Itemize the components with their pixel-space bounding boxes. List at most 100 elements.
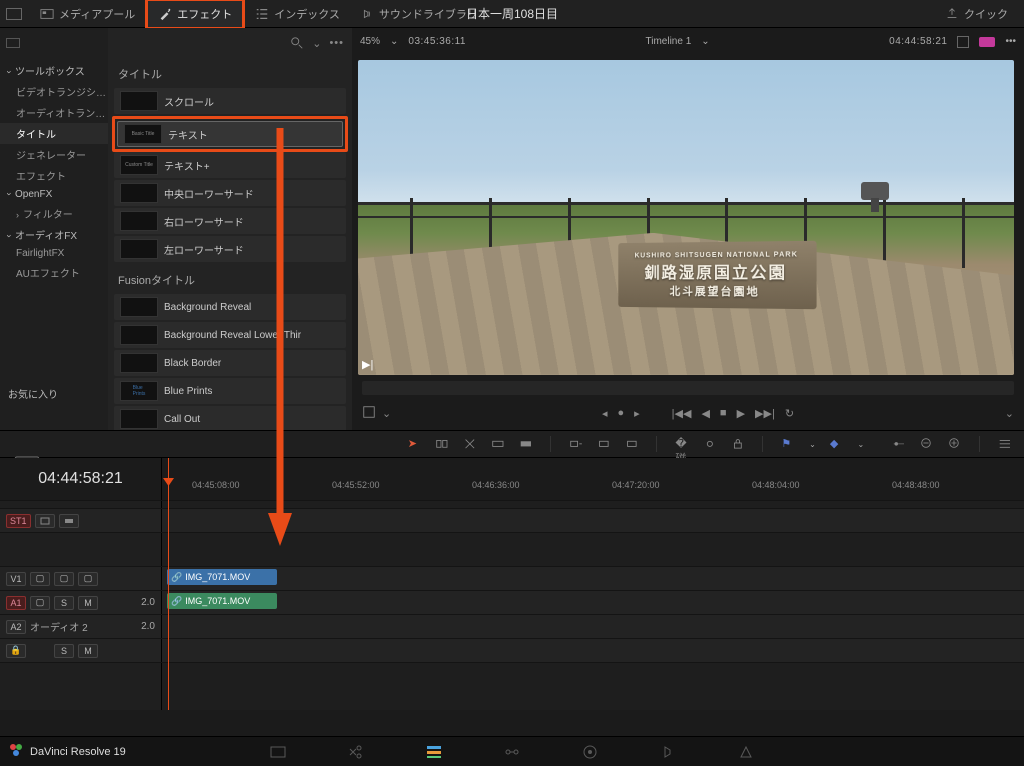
tab-effects[interactable]: エフェクト [148,1,242,27]
playhead[interactable] [168,458,169,710]
track-view-icon[interactable]: ▢ [78,572,98,586]
mark-out-icon[interactable]: ▸ [634,407,640,420]
track-audio-1[interactable]: A1 ▢ S M 2.0 🔗IMG_7071.MOV [0,590,1024,614]
track-tag[interactable]: ST1 [6,514,31,528]
mute-button[interactable]: M [78,596,98,610]
timeline-ruler[interactable]: 04:45:08:00 04:45:52:00 04:46:36:00 04:4… [162,458,1024,500]
tab-index[interactable]: インデックス [245,1,350,27]
color-page-icon[interactable] [581,743,599,761]
flag-icon[interactable]: ⚑ [781,437,795,451]
overwrite-icon[interactable] [519,437,533,451]
fairlight-page-icon[interactable] [659,743,677,761]
more-icon[interactable]: ••• [329,37,344,49]
track-tag[interactable]: A2 [6,620,26,634]
panel-collapse-icon[interactable] [6,38,20,48]
sidebar-audiotrans[interactable]: オーディオトラン… [0,102,108,123]
marker-icon[interactable]: ◆ [830,437,844,451]
track-subtitle[interactable]: ST1 [0,508,1024,532]
track-lock-icon[interactable]: ▢ [54,572,74,586]
sidebar-filter[interactable]: フィルター [0,203,108,224]
ripple-icon[interactable] [597,437,611,451]
prev-icon[interactable]: ◀ [701,407,709,420]
sidebar-generators[interactable]: ジェネレーター [0,144,108,165]
effect-right-lower[interactable]: 右ローワーサード [114,208,346,234]
color-tag[interactable] [979,37,995,47]
track-enable-icon[interactable]: ▢ [30,596,50,610]
next-frame-icon[interactable]: ▶| [362,358,373,371]
sidebar-toolbox[interactable]: ツールボックス [0,60,108,81]
effect-textplus[interactable]: Custom Titleテキスト+ [114,152,346,178]
media-page-icon[interactable] [269,743,287,761]
effect-scroll[interactable]: スクロール [114,88,346,114]
track-audio-2b[interactable]: 🔒 S M [0,638,1024,662]
track-audio-2[interactable]: A2 オーディオ 2 2.0 [0,614,1024,638]
arrow-tool-icon[interactable]: ➤ [408,437,422,451]
track-enable-icon[interactable]: ▢ [30,572,50,586]
edit-page-icon[interactable] [425,743,443,761]
lock-icon[interactable]: 🔒 [6,644,26,658]
effect-center-lower[interactable]: 中央ローワーサード [114,180,346,206]
sidebar-effects[interactable]: エフェクト [0,165,108,186]
sidebar-videotrans[interactable]: ビデオトランジシ… [0,81,108,102]
subtitle-icon[interactable] [59,514,79,528]
link-icon[interactable] [703,437,717,451]
chevron-down-icon[interactable]: ⌄ [701,36,709,47]
search-icon[interactable] [290,36,304,50]
sidebar-fairlight[interactable]: FairlightFX [0,245,108,262]
panel-toggle-icon[interactable] [6,8,22,20]
play-icon[interactable]: ▶ [737,407,745,420]
effect-callout[interactable]: Call Out [114,406,346,430]
snap-icon[interactable]: �磁 [675,437,689,451]
lock-icon[interactable] [731,437,745,451]
replace-icon[interactable] [625,437,639,451]
clip-audio[interactable]: 🔗IMG_7071.MOV [167,593,277,609]
sidebar-aueffect[interactable]: AUエフェクト [0,262,108,283]
sidebar-favorites[interactable]: お気に入り [0,383,108,404]
track-tag[interactable]: A1 [6,596,26,610]
more-icon[interactable]: ••• [1005,36,1016,47]
loop-icon[interactable]: ↻ [785,407,794,420]
timeline-name[interactable]: Timeline 1 [646,36,692,47]
effect-blueprints[interactable]: BluePrintsBlue Prints [114,378,346,404]
track-tag[interactable]: V1 [6,572,26,586]
track-enable-icon[interactable] [35,514,55,528]
tab-quick[interactable]: クイック [935,1,1018,27]
sidebar-audiofx[interactable]: オーディオFX [0,224,108,245]
trim-tool-icon[interactable] [435,437,449,451]
chevron-down-icon[interactable]: ⌄ [858,440,865,449]
chevron-down-icon[interactable]: ⌄ [1005,407,1014,420]
effect-text[interactable]: Basic Titleテキスト [117,121,343,147]
viewer-scrubber[interactable] [362,381,1014,395]
zoom-in-icon[interactable] [948,437,962,451]
mute-button[interactable]: M [78,644,98,658]
mark-in-icon[interactable]: ◂ [602,407,608,420]
effect-blackborder[interactable]: Black Border [114,350,346,376]
deliver-page-icon[interactable] [737,743,755,761]
zoom-level[interactable]: 45% [360,36,380,47]
stop-icon[interactable]: ■ [720,407,727,419]
tab-mediapool[interactable]: メディアプール [30,1,145,27]
clip-video[interactable]: 🔗IMG_7071.MOV [167,569,277,585]
solo-button[interactable]: S [54,644,74,658]
mark-dot-icon[interactable]: ● [617,407,624,419]
effect-left-lower[interactable]: 左ローワーサード [114,236,346,262]
options-icon[interactable] [998,437,1012,451]
chevron-down-icon[interactable]: ⌄ [809,440,816,449]
chevron-down-icon[interactable]: ⌄ [312,37,321,50]
video-preview[interactable]: KUSHIRO SHITSUGEN NATIONAL PARK 釧路湿原国立公園… [358,60,1014,375]
zoom-out-icon[interactable] [920,437,934,451]
blade-tool-icon[interactable] [463,437,477,451]
jump-end-icon[interactable]: ▶▶| [755,407,775,420]
chevron-down-icon[interactable]: ⌄ [390,36,398,47]
sidebar-titles[interactable]: タイトル [0,123,108,144]
effect-bgrevlt[interactable]: Background Reveal Lower Thir [114,322,346,348]
append-icon[interactable] [569,437,583,451]
zoom-slider-icon[interactable] [892,437,906,451]
master-timecode[interactable]: 04:44:58:21 [0,458,162,500]
bypass-icon[interactable] [957,36,969,48]
jump-start-icon[interactable]: |◀◀ [672,407,692,420]
solo-button[interactable]: S [54,596,74,610]
cut-page-icon[interactable] [347,743,365,761]
crop-icon[interactable] [362,405,376,422]
chevron-down-icon[interactable]: ⌄ [382,407,391,420]
